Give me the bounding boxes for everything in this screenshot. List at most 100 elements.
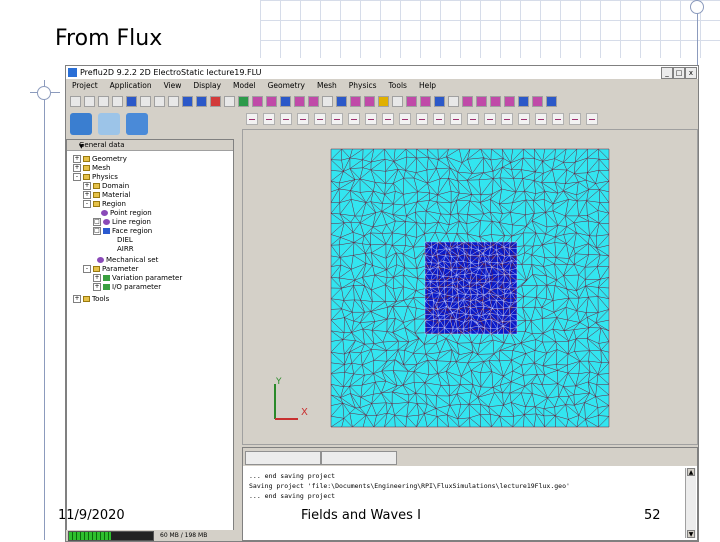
close-button[interactable]: x: [685, 67, 697, 79]
view-tool-1-icon[interactable]: [246, 113, 258, 125]
select-points-icon[interactable]: [462, 95, 473, 107]
expand-icon[interactable]: +: [83, 191, 91, 199]
expand-icon[interactable]: +: [73, 155, 81, 163]
assign-region-icon[interactable]: [336, 95, 347, 107]
view-tool-6-icon[interactable]: [331, 113, 343, 125]
open-project-icon[interactable]: [84, 95, 95, 107]
expand-icon[interactable]: +: [93, 274, 101, 282]
tree-header[interactable]: General data ▼: [67, 140, 233, 151]
pan-icon[interactable]: [224, 95, 235, 107]
infinite-box-icon[interactable]: [448, 95, 459, 107]
menu-tools[interactable]: Tools: [388, 80, 406, 92]
tree-item-parameter[interactable]: - Parameter: [83, 265, 138, 273]
scroll-down-icon[interactable]: ▼: [687, 530, 695, 538]
maximize-button[interactable]: □: [673, 67, 685, 79]
select-faces-icon[interactable]: [490, 95, 501, 107]
tree-item-mechanical-set[interactable]: Mechanical set: [97, 256, 158, 264]
view-tool-2-icon[interactable]: [263, 113, 275, 125]
view-tool-13-icon[interactable]: [450, 113, 462, 125]
view-tool-20-icon[interactable]: [569, 113, 581, 125]
mesh-view-icon[interactable]: [98, 113, 120, 135]
expand-icon[interactable]: +: [73, 295, 81, 303]
data-tree-icon[interactable]: [70, 113, 92, 135]
transform-icon[interactable]: [406, 95, 417, 107]
view-tool-16-icon[interactable]: [501, 113, 513, 125]
link-icon[interactable]: [126, 113, 148, 135]
menu-help[interactable]: Help: [419, 80, 436, 92]
tree-item-line-region[interactable]: □ Line region: [93, 218, 151, 226]
copy-icon[interactable]: [154, 95, 165, 107]
print-icon[interactable]: [112, 95, 123, 107]
menu-display[interactable]: Display: [193, 80, 221, 92]
menu-geometry[interactable]: Geometry: [268, 80, 305, 92]
color-regions-icon[interactable]: [532, 95, 543, 107]
mesh-canvas[interactable]: Y X: [243, 130, 697, 444]
tree-item-face-region[interactable]: □ Face region: [93, 227, 152, 235]
mesh-line-icon[interactable]: [308, 95, 319, 107]
collapse-icon[interactable]: -: [83, 200, 91, 208]
collapse-icon[interactable]: -: [73, 173, 81, 181]
tree-item-diel[interactable]: DIEL: [117, 236, 133, 244]
checkbox-icon[interactable]: □: [93, 218, 101, 226]
expand-icon[interactable]: +: [83, 182, 91, 190]
view-tool-19-icon[interactable]: [552, 113, 564, 125]
tree-item-physics[interactable]: - Physics: [73, 173, 118, 181]
zoom-in-icon[interactable]: [182, 95, 193, 107]
region-line-icon[interactable]: [350, 95, 361, 107]
console-tab-2[interactable]: [321, 451, 397, 465]
menu-project[interactable]: Project: [72, 80, 98, 92]
menu-mesh[interactable]: Mesh: [317, 80, 337, 92]
expand-icon[interactable]: +: [73, 164, 81, 172]
collapse-icon[interactable]: -: [83, 265, 91, 273]
view-tool-18-icon[interactable]: [535, 113, 547, 125]
menu-view[interactable]: View: [164, 80, 182, 92]
view-tool-21-icon[interactable]: [586, 113, 598, 125]
menu-application[interactable]: Application: [110, 80, 152, 92]
expand-icon[interactable]: +: [93, 283, 101, 291]
tree-item-variation-parameter[interactable]: + Variation parameter: [93, 274, 182, 282]
paste-icon[interactable]: [168, 95, 179, 107]
console-tab-1[interactable]: [245, 451, 321, 465]
mesh-face-icon[interactable]: [322, 95, 333, 107]
view-tool-8-icon[interactable]: [365, 113, 377, 125]
delete-icon[interactable]: [504, 95, 515, 107]
tree-item-io-parameter[interactable]: + I/O parameter: [93, 283, 161, 291]
tree-item-mesh[interactable]: + Mesh: [73, 164, 110, 172]
dropdown-arrow-icon[interactable]: ▼: [79, 142, 230, 152]
menu-physics[interactable]: Physics: [349, 80, 377, 92]
periodicity-icon[interactable]: [434, 95, 445, 107]
scroll-up-icon[interactable]: ▲: [687, 468, 695, 476]
zoom-out-icon[interactable]: [196, 95, 207, 107]
undo-icon[interactable]: [126, 95, 137, 107]
face-tool-icon[interactable]: [280, 95, 291, 107]
region-face-icon[interactable]: [364, 95, 375, 107]
view-tool-17-icon[interactable]: [518, 113, 530, 125]
check-icon[interactable]: [392, 95, 403, 107]
point-tool-icon[interactable]: [252, 95, 263, 107]
tree-item-airr[interactable]: AIRR: [117, 245, 134, 253]
view-tool-14-icon[interactable]: [467, 113, 479, 125]
view-tool-9-icon[interactable]: [382, 113, 394, 125]
tree-item-tools[interactable]: + Tools: [73, 295, 109, 303]
line-tool-icon[interactable]: [266, 95, 277, 107]
tree-item-geometry[interactable]: + Geometry: [73, 155, 127, 163]
rotate-icon[interactable]: [238, 95, 249, 107]
view-tool-10-icon[interactable]: [399, 113, 411, 125]
minimize-button[interactable]: _: [661, 67, 673, 79]
tree-item-region[interactable]: - Region: [83, 200, 126, 208]
view-tool-15-icon[interactable]: [484, 113, 496, 125]
view-tool-5-icon[interactable]: [314, 113, 326, 125]
view-tool-12-icon[interactable]: [433, 113, 445, 125]
display-options-icon[interactable]: [518, 95, 529, 107]
tree-item-material[interactable]: + Material: [83, 191, 130, 199]
material-icon[interactable]: [378, 95, 389, 107]
tree-item-domain[interactable]: + Domain: [83, 182, 129, 190]
cut-icon[interactable]: [140, 95, 151, 107]
select-lines-icon[interactable]: [476, 95, 487, 107]
graphics-view[interactable]: Y X: [242, 129, 698, 445]
save-icon[interactable]: [98, 95, 109, 107]
symmetry-icon[interactable]: [420, 95, 431, 107]
view-tool-4-icon[interactable]: [297, 113, 309, 125]
checkbox-icon[interactable]: □: [93, 227, 101, 235]
help-icon[interactable]: [546, 95, 557, 107]
